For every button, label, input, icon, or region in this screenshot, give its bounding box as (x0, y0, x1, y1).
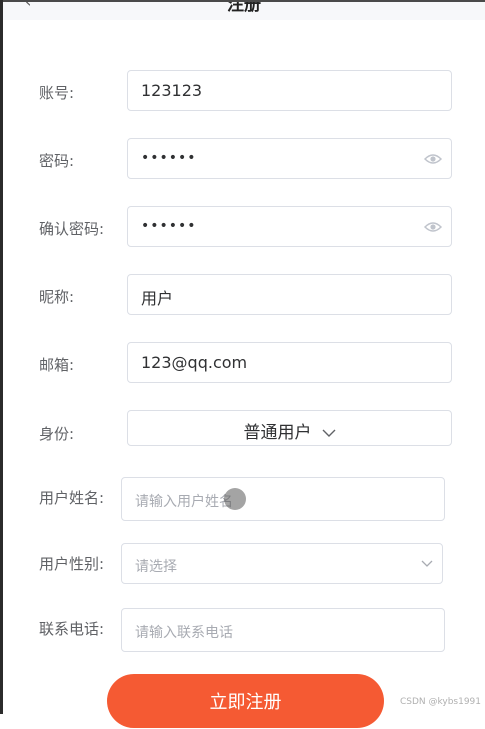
gender-label: 用户性别: (39, 555, 105, 573)
phone-input[interactable]: 请输入联系电话 (121, 608, 445, 652)
real-name-input[interactable]: 请输入用户姓名 (121, 477, 445, 521)
page-title: 注册 (227, 0, 261, 15)
nickname-input[interactable]: 用户 (127, 274, 452, 315)
identity-selected: 普通用户 (243, 423, 312, 443)
account-input[interactable]: 123123 (127, 70, 452, 111)
password-input[interactable]: •••••• (127, 138, 452, 179)
password-value: •••••• (141, 150, 197, 166)
phone-label: 联系电话: (39, 620, 105, 638)
confirm-password-label: 确认密码: (39, 220, 105, 238)
header-bar: ‹ 注册 (3, 0, 485, 20)
account-value: 123123 (141, 81, 203, 100)
window-edge (0, 0, 3, 714)
confirm-password-value: •••••• (141, 218, 197, 234)
email-input[interactable]: 123@qq.com (127, 342, 452, 383)
identity-label: 身份: (39, 425, 75, 443)
confirm-password-input[interactable]: •••••• (127, 206, 452, 247)
eye-icon[interactable] (424, 221, 442, 233)
gender-placeholder: 请选择 (135, 559, 177, 575)
watermark: CSDN @kybs1991 (399, 697, 481, 707)
mouse-cursor (224, 488, 246, 510)
eye-icon[interactable] (424, 153, 442, 165)
password-label: 密码: (39, 152, 75, 170)
email-label: 邮箱: (39, 356, 75, 374)
nickname-value: 用户 (141, 289, 174, 308)
email-value: 123@qq.com (141, 353, 248, 372)
real-name-label: 用户姓名: (39, 489, 105, 507)
account-label: 账号: (39, 84, 75, 102)
chevron-down-icon (322, 429, 335, 437)
phone-placeholder: 请输入联系电话 (135, 625, 233, 641)
nickname-label: 昵称: (39, 288, 75, 306)
gender-select[interactable]: 请选择 (121, 543, 443, 584)
register-button[interactable]: 立即注册 (107, 674, 384, 728)
identity-select[interactable]: 普通用户 (127, 410, 452, 446)
chevron-down-icon (421, 560, 433, 567)
real-name-placeholder: 请输入用户姓名 (135, 494, 233, 510)
